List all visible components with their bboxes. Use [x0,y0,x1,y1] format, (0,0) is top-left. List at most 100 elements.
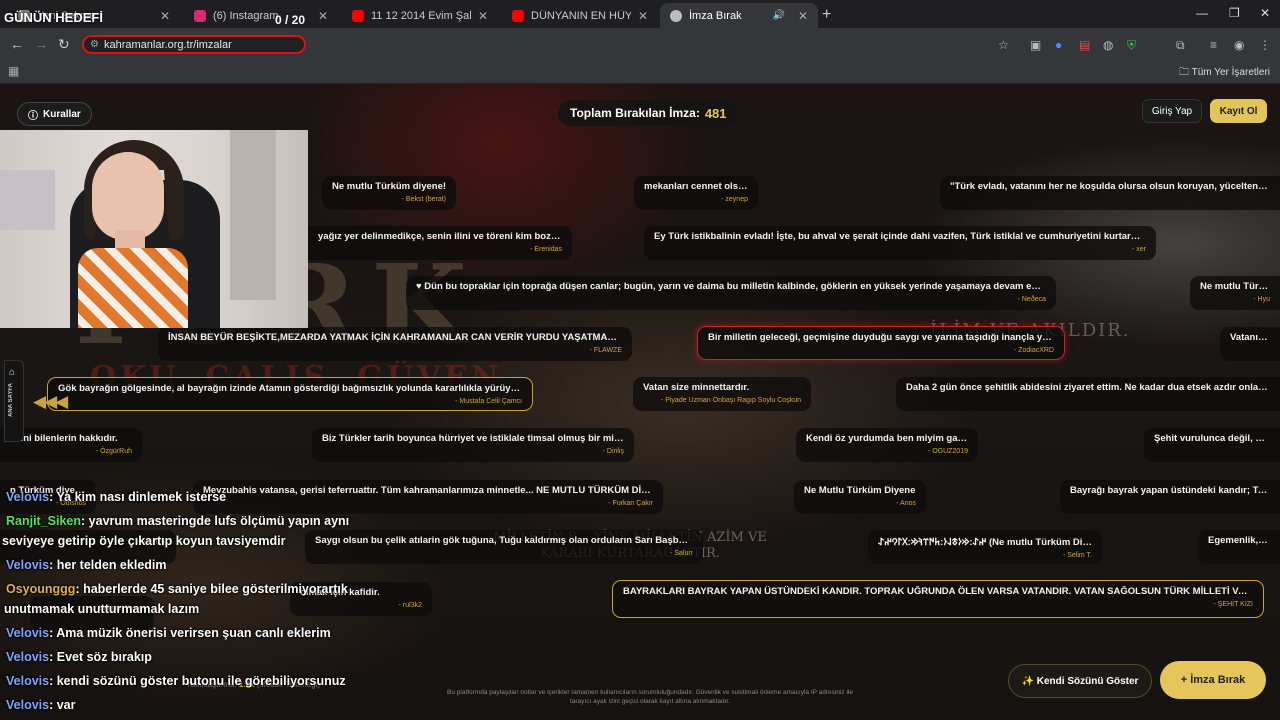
tab-youtube-1[interactable]: 11 12 2014 Evim Şahane - YouTube ✕ [342,3,498,28]
shield-icon[interactable]: ⛨ [1127,38,1136,53]
signature-card-highlighted[interactable]: Bir milletin geleceği, geçmişine duyduğu… [697,326,1065,360]
extension-icon[interactable]: ◍ [1103,38,1113,52]
tab-title: 11 12 2014 Evim Şahane - YouTube [371,9,471,22]
chat-message: unutmamak unutturmamak lazım [4,602,199,616]
card-text: Kendi öz yurdumda ben miyim garip? [806,433,968,444]
signature-card[interactable]: İNSAN BEYÜR BEŞİKTE,MEZARDA YATMAK İÇİN … [158,327,632,361]
signature-card[interactable]: mekanları cennet olsun - zeynep [634,176,758,210]
signature-card[interactable]: "Türk evladı, vatanını her ne koşulda ol… [940,176,1280,210]
card-author: - Furkan Çakır [608,500,653,507]
signature-card[interactable]: Şehit vurulunca değil, unutul [1144,428,1280,462]
webcam-background [0,170,55,230]
tab-close-icon[interactable]: ✕ [160,9,170,23]
signature-card[interactable]: Bayrağı bayrak yapan üstündeki kandır; T… [1060,480,1280,514]
chat-text: : kendi sözünü göster butonu ile görebil… [49,674,346,688]
leave-signature-button[interactable]: + İmza Bırak [1160,661,1266,699]
card-author: - rul3k2 [398,602,422,609]
signature-card[interactable]: Mevzubahis vatansa, gerisi teferruattır.… [193,480,663,514]
tab-close-icon[interactable]: ✕ [798,9,808,23]
minimize-icon[interactable]: — [1196,6,1208,20]
globe-icon [670,9,682,22]
signature-card-selected[interactable]: Gök bayrağın gölgesinde, al bayrağın izi… [47,377,533,411]
signature-card[interactable]: ♥ Dün bu topraklar için toprağa düşen ca… [406,276,1056,310]
menu-icon[interactable]: ⋮ [1259,38,1271,52]
login-button[interactable]: Giriş Yap [1142,99,1202,123]
chat-message: Velovis: kendi sözünü göster butonu ile … [6,674,346,688]
window-close-icon[interactable]: ✕ [1260,6,1270,20]
bookmark-star-icon[interactable]: ☆ [998,38,1009,52]
reload-icon[interactable]: ↻ [58,36,70,53]
card-text: Mevzubahis vatansa, gerisi teferruattır.… [203,485,653,496]
signature-card[interactable]: Saygı olsun bu çelik atılarin gök tuğuna… [305,530,703,564]
card-text: 𐰤𐰀:𐰢𐰆𐱃𐰞𐰆:𐱅𐰇𐰼𐰚𐰢:𐰓𐰃𐰘𐰤𐰀 (Ne mutlu Türküm Di… [878,537,1092,548]
chat-user: Velovis [6,698,50,712]
chat-message: Osyounggg: haberlerde 45 saniye bilee gö… [6,582,348,596]
extension-icon[interactable]: ▤ [1079,38,1090,52]
bookmarks-bar [0,60,1280,84]
tab-instagram[interactable]: (6) Instagram ✕ [184,3,338,28]
card-text: Egemenlik, kayıt [1208,535,1270,546]
webcam-person-face [92,152,164,240]
card-text: Daha 2 gün önce şehitlik abidesini ziyar… [906,382,1270,393]
signature-card[interactable]: yağız yer delinmedikçe, senin ilini ve t… [308,226,572,260]
card-text: Vatanımız v [1230,332,1270,343]
card-author: - Piyade Uzman Onbaşı Ragıp Soylu Coşkun [660,397,801,404]
chat-message: Velovis: Ama müzik önerisi verirsen şuan… [6,626,331,640]
apps-grid-icon[interactable]: ▦ [8,64,19,78]
tab-close-icon[interactable]: ✕ [478,9,488,23]
signature-card[interactable]: Ey Türk istikbalinin evladı! İşte, bu ah… [644,226,1156,260]
puzzle-icon[interactable]: ⧉ [1176,38,1185,53]
signature-card[interactable]: Daha 2 gün önce şehitlik abidesini ziyar… [896,377,1280,411]
card-author: - zeynep [721,196,748,203]
card-text: Vatan size minnettardır. [643,382,750,393]
home-side-button[interactable]: ⌂ ANA SAYFA [4,360,24,442]
card-author: - Anos [896,500,916,507]
speaker-icon[interactable]: 🔊 [772,10,784,21]
card-author: - Hyu [1253,296,1270,303]
card-text: Gök bayrağın gölgesinde, al bayrağın izi… [58,383,522,394]
rules-button[interactable]: ⓘ Kurallar [17,102,92,126]
tab-imza-birak[interactable]: İmza Bırak 🔊 ✕ [660,3,818,28]
chat-text: : Ya kim nası dinlemek isterse [49,490,227,504]
register-button[interactable]: Kayıt Ol [1210,99,1267,123]
tab-close-icon[interactable]: ✕ [318,9,328,23]
extension-icon[interactable]: ● [1055,38,1062,52]
tab-close-icon[interactable]: ✕ [638,9,648,23]
card-author: - Salurr [670,550,693,557]
site-info-icon[interactable]: ⚙ [90,39,99,50]
tab-youtube-2[interactable]: DÜNYANIN EN HÜYENSİZ SOKAK ✕ [502,3,658,28]
card-text: "Türk evladı, vatanını her ne koşulda ol… [950,181,1270,192]
signature-card[interactable]: Kendi öz yurdumda ben miyim garip? - OGUZ… [796,428,978,462]
signature-card-selected[interactable]: BAYRAKLARI BAYRAK YAPAN ÜSTÜNDEKİ KANDIR… [612,580,1264,618]
signature-card[interactable]: Egemenlik, kayıt [1198,530,1280,564]
card-text: Saygı olsun bu çelik atılarin gök tuğuna… [315,535,693,546]
new-tab-button[interactable]: + [822,6,831,24]
back-icon[interactable]: ← [10,36,24,52]
profile-icon[interactable]: ◉ [1234,38,1244,52]
show-own-signature-button[interactable]: ✨ Kendi Sözünü Göster [1008,664,1152,698]
chat-message: Velovis: Evet söz bırakıp [6,650,152,664]
all-bookmarks-button[interactable]: 🗀 Tüm Yer İşaretleri [1179,65,1270,82]
card-text: mekanları cennet olsun [644,181,748,192]
card-author: - Neðeca [1017,296,1046,303]
tab-title: İmza Bırak [689,9,742,22]
chat-user: Velovis [6,558,50,572]
signature-card[interactable]: Ne Mutlu Türküm Diyene - Anos [794,480,926,514]
extension-icon[interactable]: ▣ [1030,38,1041,52]
counter-label: Toplam Bırakılan İmza: [570,106,700,120]
maximize-icon[interactable]: ❐ [1229,6,1240,20]
signature-card[interactable]: 𐰤𐰀:𐰢𐰆𐱃𐰞𐰆:𐱅𐰇𐰼𐰚𐰢:𐰓𐰃𐰘𐰤𐰀 (Ne mutlu Türküm Di… [868,530,1102,564]
all-bookmarks-label: Tüm Yer İşaretleri [1191,67,1270,78]
chat-message: Velovis: Ya kim nası dinlemek isterse [6,490,226,504]
card-author: - ZodiacXRD [1013,347,1054,354]
media-icon[interactable]: ≡ [1210,38,1217,52]
card-author: - Selim T. [1062,552,1092,559]
signature-card[interactable]: Biz Türkler tarih boyunca hürriyet ve is… [312,428,634,462]
address-bar[interactable]: ⚙ kahramanlar.org.tr/imzalar [82,35,306,54]
chat-text: : yavrum masteringde lufs ölçümü yapın a… [81,514,350,528]
signature-card[interactable]: Ne mutlu Türküm diyene! - Bekst (berat) [322,176,456,210]
signature-card[interactable]: Vatanımız v [1220,327,1280,361]
signature-card[interactable]: Vatan size minnettardır. - Piyade Uzman O… [633,377,811,411]
signature-card[interactable]: Ne mutlu Türküm diyene - Hyu [1190,276,1280,310]
forward-icon[interactable]: → [34,36,48,52]
